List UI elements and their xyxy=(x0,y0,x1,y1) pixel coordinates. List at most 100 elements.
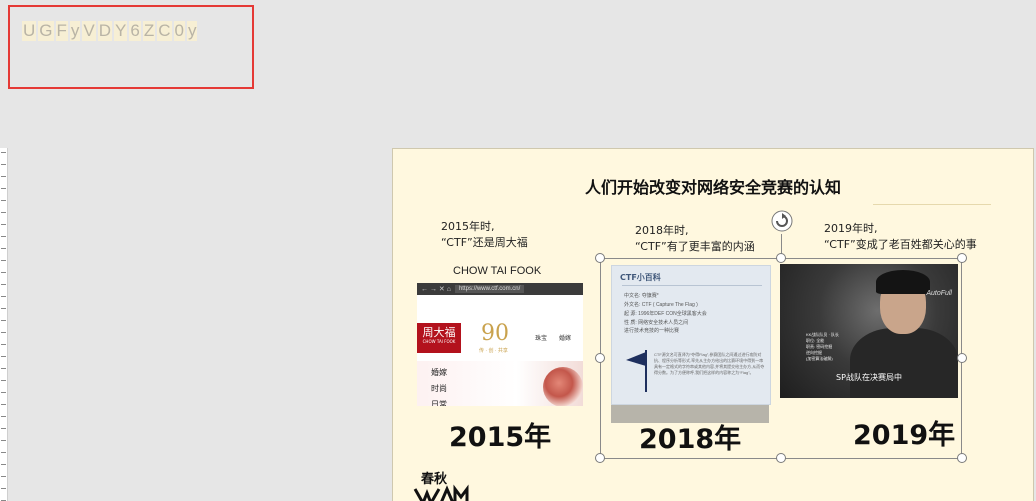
card-paragraph: CTF源文名可直译为“夺得Flag”,参赛团队之间通过进行攻防对抗、程序分析等形… xyxy=(654,352,765,375)
resize-handle-top[interactable] xyxy=(776,253,786,263)
year-2019: 2019年 xyxy=(853,420,956,451)
caption-2019-line2: “CTF”变成了老百姓都关心的事 xyxy=(824,238,977,251)
photo-subtitle: SP战队在决赛局中 xyxy=(836,373,902,382)
captcha-char: C xyxy=(157,21,172,41)
esports-photo[interactable]: AutoFull KK战队队员 · 队长 职位: 全能 职责: 密码挖掘 逆向挖… xyxy=(780,264,958,398)
ruler-tick xyxy=(1,356,6,357)
resize-handle-right[interactable] xyxy=(957,353,967,363)
ruler-tick xyxy=(1,392,6,393)
site-nav-item: 珠宝 xyxy=(535,336,548,342)
ruler-tick xyxy=(1,488,6,489)
resize-handle-bottom[interactable] xyxy=(776,453,786,463)
ruler-tick xyxy=(1,308,6,309)
ruler-tick xyxy=(1,416,6,417)
year-2015: 2015年 xyxy=(449,422,552,453)
card-row: 进行技术竞技的一种比赛 xyxy=(624,328,680,334)
chow-tai-fook-logo: 周大福 CHOW TAI FOOK xyxy=(417,323,461,353)
photo-info: KK战队队员 · 队长 职位: 全能 职责: 密码挖掘 逆向挖掘 (加密算法破解… xyxy=(806,332,839,361)
caption-2015: 2015年时, “CTF”还是周大福 xyxy=(441,219,528,251)
resize-handle-left[interactable] xyxy=(595,353,605,363)
game-logo: 春秋 xyxy=(413,471,469,501)
ruler-tick xyxy=(1,260,6,261)
caption-2018-line1: 2018年时, xyxy=(635,224,689,237)
ruler-tick xyxy=(1,236,6,237)
player-hair xyxy=(876,270,930,294)
card-row: 中文名: 夺旗赛* xyxy=(624,293,659,299)
ruler-tick xyxy=(1,344,6,345)
ruler-tick xyxy=(1,428,6,429)
site-menu-item: 婚嫁 xyxy=(431,368,447,377)
captcha-char: D xyxy=(97,21,113,41)
ruler-tick xyxy=(1,320,6,321)
ruler-tick xyxy=(1,368,6,369)
ruler-tick xyxy=(1,212,6,213)
captcha-char: Y xyxy=(114,21,128,41)
browser-bar: ← → ✕ ⌂ https://www.ctf.com.cn/ xyxy=(417,283,583,295)
captcha-char: y xyxy=(186,21,198,41)
card-heading: CTF小百科 xyxy=(620,273,661,282)
browser-url: https://www.ctf.com.cn/ xyxy=(454,285,525,293)
chow-tai-fook-screenshot[interactable]: ← → ✕ ⌂ https://www.ctf.com.cn/ 周大福 CHOW… xyxy=(417,283,583,406)
captcha-char: 6 xyxy=(129,21,141,41)
site-menu-item: 日常 xyxy=(431,400,447,406)
ruler-tick xyxy=(1,380,6,381)
player-body xyxy=(850,328,958,398)
year-2018: 2018年 xyxy=(639,424,742,455)
site-nav-item: 婚嫁 xyxy=(559,336,572,342)
ruler-tick xyxy=(1,200,6,201)
caption-2015-line1: 2015年时, xyxy=(441,220,495,233)
slide-canvas[interactable]: 人们开始改变对网络安全竞赛的认知 2015年时, “CTF”还是周大福 CHOW… xyxy=(392,148,1034,501)
ruler-tick xyxy=(1,332,6,333)
vertical-ruler[interactable] xyxy=(0,148,8,501)
caption-2015-line2: “CTF”还是周大福 xyxy=(441,236,528,249)
captcha-char: y xyxy=(69,21,81,41)
card-row: 外文名: CTF ( Capture The Flag ) xyxy=(624,302,698,308)
anniversary-tagline: 传 · 创 · 共享 xyxy=(479,348,508,354)
brand-label: CHOW TAI FOOK xyxy=(453,265,542,277)
captcha-text: U G F y V D Y 6 Z C 0 y xyxy=(22,21,198,41)
anniversary-number: 90 xyxy=(481,321,509,346)
browser-nav-icons: ← → ✕ ⌂ xyxy=(421,286,451,293)
ruler-tick xyxy=(1,476,6,477)
caption-2019-line1: 2019年时, xyxy=(824,222,878,235)
ruler-tick xyxy=(1,272,6,273)
ruler-tick xyxy=(1,176,6,177)
captcha-char: 0 xyxy=(173,21,185,41)
ctf-encyclopedia-card[interactable]: CTF小百科 中文名: 夺旗赛* 外文名: CTF ( Capture The … xyxy=(611,265,771,405)
captcha-image-box[interactable]: U G F y V D Y 6 Z C 0 y xyxy=(8,5,254,89)
caption-2018: 2018年时, “CTF”有了更丰富的内涵 xyxy=(635,223,755,255)
title-underline xyxy=(873,204,991,205)
ruler-tick xyxy=(1,440,6,441)
ruler-tick xyxy=(1,404,6,405)
captcha-char: F xyxy=(55,21,68,41)
card-divider xyxy=(622,285,762,286)
resize-handle-top-right[interactable] xyxy=(957,253,967,263)
card-row: 性 质: 网络安全技术人员之间 xyxy=(624,320,689,326)
ruler-tick xyxy=(1,296,6,297)
ruler-tick xyxy=(1,152,6,153)
logo-text: 春秋 xyxy=(420,471,448,487)
card-row: 起 源: 1996年DEF CON全球黑客大会 xyxy=(624,311,707,317)
caption-2019: 2019年时, “CTF”变成了老百姓都关心的事 xyxy=(824,221,977,253)
ruler-tick xyxy=(1,452,6,453)
photo-brand: AutoFull xyxy=(926,290,952,297)
ruler-tick xyxy=(1,248,6,249)
ruler-tick xyxy=(1,224,6,225)
resize-handle-bottom-left[interactable] xyxy=(595,453,605,463)
rotate-handle-icon[interactable] xyxy=(770,209,794,233)
captcha-char: V xyxy=(82,21,96,41)
ruler-tick xyxy=(1,464,6,465)
ruler-tick xyxy=(1,164,6,165)
captcha-char: Z xyxy=(142,21,156,41)
flower-image xyxy=(543,367,583,406)
flag-icon xyxy=(626,350,647,392)
caption-2018-line2: “CTF”有了更丰富的内涵 xyxy=(635,240,755,253)
resize-handle-bottom-right[interactable] xyxy=(957,453,967,463)
slide-title: 人们开始改变对网络安全竞赛的认知 xyxy=(584,178,841,197)
captcha-char: G xyxy=(38,21,54,41)
ruler-tick xyxy=(1,284,6,285)
ruler-tick xyxy=(1,188,6,189)
site-menu-item: 时尚 xyxy=(431,384,447,393)
captcha-char: U xyxy=(22,21,37,41)
resize-handle-top-left[interactable] xyxy=(595,253,605,263)
